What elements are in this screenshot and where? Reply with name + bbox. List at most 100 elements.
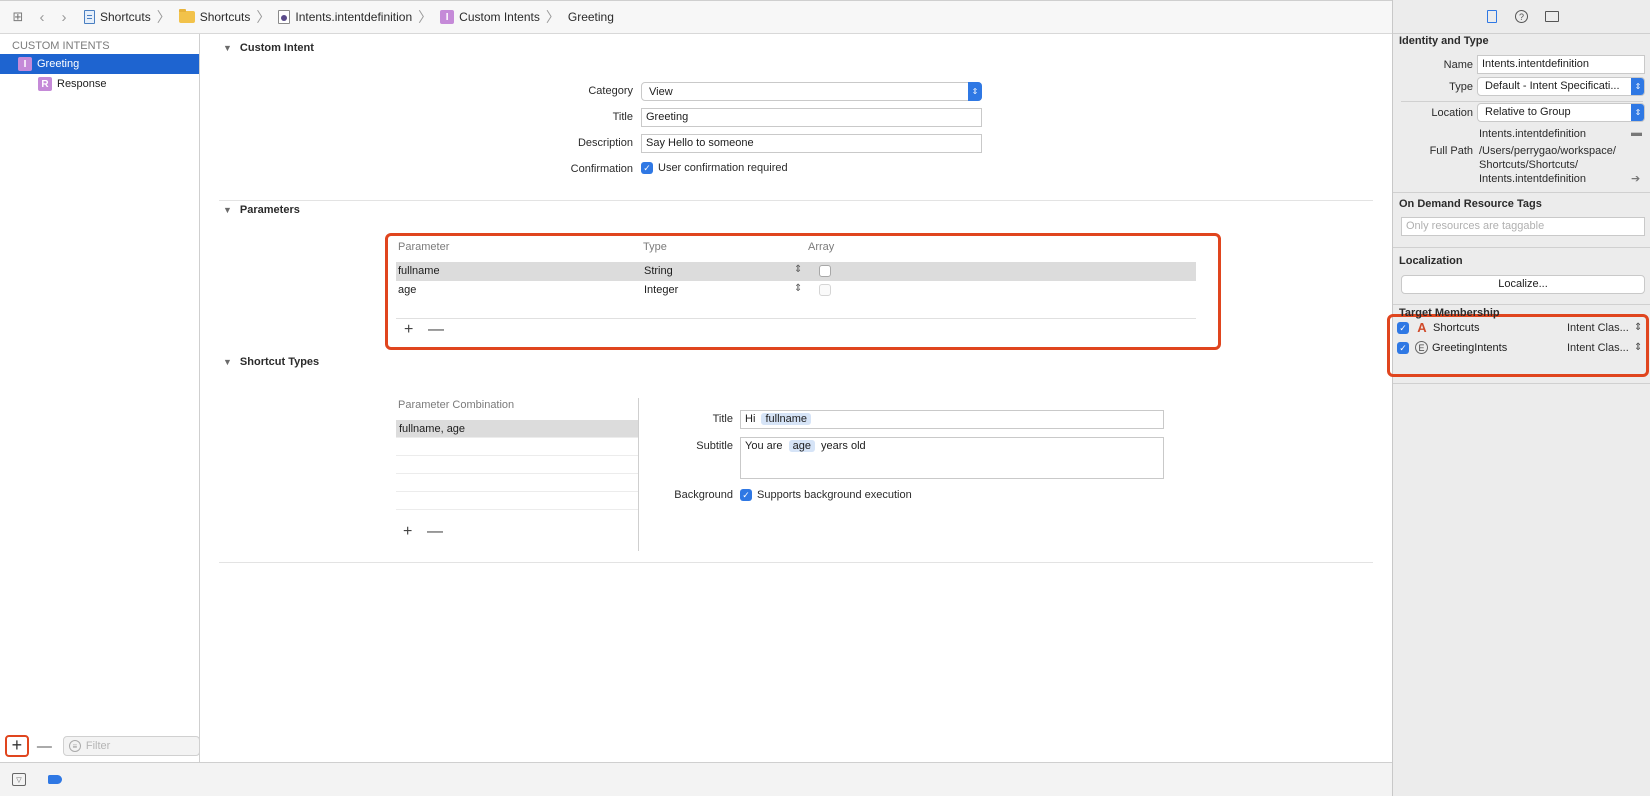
navigator-item-greeting[interactable]: I Greeting (0, 54, 199, 74)
subtitle-suffix: years old (821, 440, 866, 452)
shortcut-title-field[interactable]: Hi fullname (740, 410, 1164, 429)
checkmark-icon[interactable]: ✓ (641, 162, 653, 174)
disclosure-triangle-icon[interactable]: ▼ (223, 43, 232, 53)
breadcrumb-label: Shortcuts (199, 10, 251, 24)
localize-button[interactable]: Localize... (1401, 275, 1645, 294)
name-field[interactable]: Intents.intentdefinition (1477, 55, 1645, 74)
filter-placeholder: Filter (85, 740, 111, 752)
table-row[interactable]: age Integer ⇕ (396, 281, 1196, 300)
target-class-stepper-icon[interactable]: ⇕ (1634, 322, 1642, 333)
breadcrumb-greeting[interactable]: Greeting (568, 10, 614, 24)
disclosure-triangle-icon[interactable]: ▼ (223, 357, 232, 367)
breadcrumb-folder[interactable]: Shortcuts 〉 (178, 7, 270, 27)
location-popup[interactable]: Relative to Group ⇕ (1477, 103, 1645, 122)
remove-parameter-button[interactable]: — (428, 321, 444, 339)
extension-target-icon: E (1415, 341, 1428, 354)
title-field[interactable]: Greeting (641, 108, 982, 127)
intent-definition-file-icon (278, 10, 291, 24)
navigator-filter-input[interactable]: ≡ Filter (62, 736, 200, 756)
full-path-line: Intents.intentdefinition (1479, 173, 1587, 185)
parameter-token[interactable]: age (788, 440, 815, 452)
location-file-name: Intents.intentdefinition (1479, 128, 1587, 140)
breadcrumb-label: Intents.intentdefinition (295, 10, 413, 24)
background-checkbox-row[interactable]: ✓ Supports background execution (740, 489, 912, 501)
shortcut-subtitle-field[interactable]: You are age years old (740, 437, 1164, 479)
intent-badge-icon: I (440, 10, 455, 24)
breadcrumb-separator-icon: 〉 (156, 9, 171, 25)
inspector-divider (1393, 192, 1650, 193)
description-label: Description (577, 137, 633, 149)
parameter-name[interactable]: age (398, 284, 416, 296)
project-file-icon (84, 10, 95, 24)
reveal-folder-icon[interactable]: ▬ (1631, 126, 1642, 140)
file-inspector: ? Identity and Type Name Intents.intentd… (1387, 0, 1650, 796)
intent-editor: ▼ Custom Intent Category View ⇕ Title Gr… (201, 34, 1392, 762)
breadcrumb-custom-intents[interactable]: I Custom Intents 〉 (440, 7, 560, 27)
category-popup[interactable]: View ⇕ (641, 82, 982, 101)
confirmation-checkbox-row[interactable]: ✓ User confirmation required (641, 162, 788, 174)
popup-stepper-icon: ⇕ (1631, 104, 1644, 121)
array-column-header[interactable]: Array (808, 241, 834, 253)
description-field[interactable]: Say Hello to someone (641, 134, 982, 153)
breakpoint-tag-icon[interactable] (48, 775, 62, 784)
parameter-column-header[interactable]: Parameter (398, 241, 449, 253)
parameter-type[interactable]: String (644, 265, 673, 277)
parameter-type[interactable]: Integer (644, 284, 678, 296)
target-row-shortcuts[interactable]: ✓ A Shortcuts Intent Clas... ⇕ (1397, 318, 1642, 337)
remove-intent-button[interactable]: — (37, 738, 52, 755)
type-stepper-icon[interactable]: ⇕ (794, 283, 802, 294)
parameter-name[interactable]: fullname (398, 265, 440, 277)
navigator-section-title: CUSTOM INTENTS (12, 40, 110, 52)
breadcrumb-label: Shortcuts (100, 10, 151, 24)
library-tab-icon[interactable] (1544, 9, 1560, 25)
checkmark-icon[interactable]: ✓ (1397, 321, 1409, 334)
add-intent-button[interactable]: + (5, 735, 29, 757)
type-value: Default - Intent Specificati... (1485, 80, 1620, 92)
target-row-greetingintents[interactable]: ✓ E GreetingIntents Intent Clas... ⇕ (1397, 338, 1642, 357)
type-column-header[interactable]: Type (643, 241, 667, 253)
section-title: Parameters (239, 204, 300, 216)
type-popup[interactable]: Default - Intent Specificati... ⇕ (1477, 77, 1645, 96)
array-checkbox[interactable] (819, 265, 831, 278)
section-divider (219, 562, 1373, 563)
navigator-item-response[interactable]: R Response (0, 74, 199, 94)
location-label: Location (1431, 107, 1473, 119)
array-checkbox (819, 284, 831, 297)
custom-intent-section-header[interactable]: ▼ Custom Intent (223, 42, 314, 54)
back-chevron-icon[interactable]: ‹ (36, 9, 48, 26)
navigator-item-label: Greeting (37, 58, 80, 70)
add-parameter-button[interactable]: + (404, 321, 413, 339)
remove-combination-button[interactable]: — (427, 523, 443, 541)
navigator-bottom-bar: + — ≡ Filter (0, 730, 200, 762)
popup-stepper-icon: ⇕ (1631, 78, 1644, 95)
reveal-in-finder-arrow-icon[interactable]: ➔ (1631, 172, 1640, 186)
odr-tags-field[interactable]: Only resources are taggable (1401, 217, 1645, 236)
subtitle-prefix: You are (745, 440, 783, 452)
related-items-grid-icon[interactable]: ⊞ (10, 9, 26, 25)
add-combination-button[interactable]: + (403, 523, 412, 541)
title-label: Title (612, 111, 633, 123)
hide-debug-area-icon[interactable]: ▽ (12, 773, 26, 786)
breadcrumb-file[interactable]: Intents.intentdefinition 〉 (278, 7, 432, 27)
odr-section-title: On Demand Resource Tags (1399, 198, 1542, 210)
breadcrumb-project[interactable]: Shortcuts 〉 (84, 7, 171, 27)
file-inspector-tab-icon[interactable] (1484, 9, 1500, 25)
shortcut-types-section-header[interactable]: ▼ Shortcut Types (223, 356, 319, 368)
checkmark-icon[interactable]: ✓ (1397, 341, 1409, 354)
table-row[interactable]: fullname String ⇕ (396, 262, 1196, 281)
forward-chevron-icon[interactable]: › (58, 9, 70, 26)
quick-help-tab-icon[interactable]: ? (1514, 9, 1530, 25)
type-stepper-icon[interactable]: ⇕ (794, 264, 802, 275)
parameter-token[interactable]: fullname (761, 413, 812, 425)
target-class-value[interactable]: Intent Clas... (1567, 322, 1629, 334)
target-class-value[interactable]: Intent Clas... (1567, 342, 1629, 354)
checkmark-icon[interactable]: ✓ (740, 489, 752, 501)
full-path-value: /Users/perrygao/workspace/ Shortcuts/Sho… (1479, 144, 1616, 186)
list-item-empty (396, 456, 638, 474)
inspector-divider (1393, 247, 1650, 248)
folder-icon (178, 9, 195, 23)
target-class-stepper-icon[interactable]: ⇕ (1634, 342, 1642, 353)
parameters-section-header[interactable]: ▼ Parameters (223, 204, 300, 216)
disclosure-triangle-icon[interactable]: ▼ (223, 205, 232, 215)
section-title: Custom Intent (239, 42, 314, 54)
